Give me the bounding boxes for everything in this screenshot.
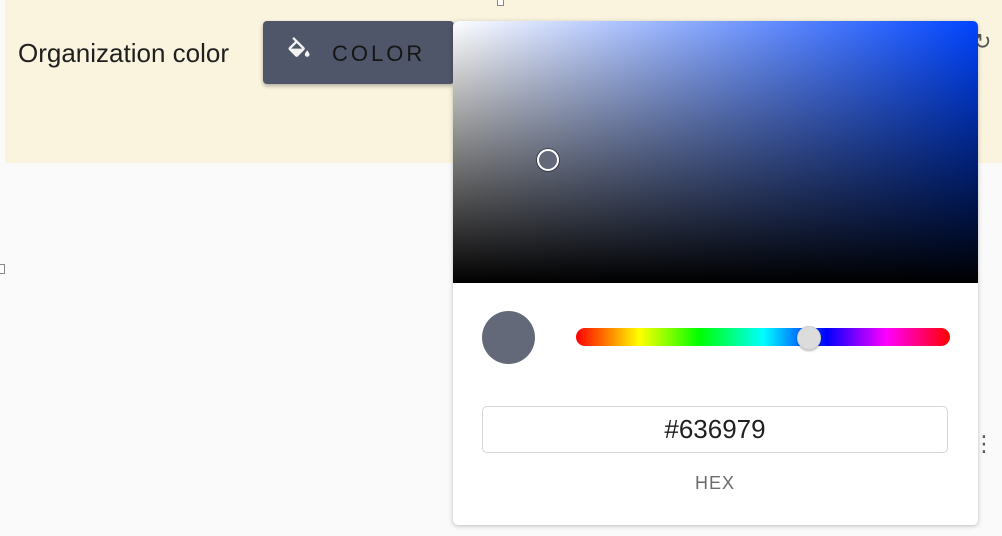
color-picker-popover: HEX	[453, 21, 978, 525]
hue-slider-thumb[interactable]	[796, 326, 821, 350]
resize-handle-top	[497, 0, 504, 6]
saturation-brightness-area[interactable]	[453, 21, 978, 283]
saturation-thumb[interactable]	[536, 148, 559, 171]
color-button-label: COLOR	[332, 41, 426, 66]
hex-format-label: HEX	[694, 473, 735, 493]
paint-bucket-icon	[288, 37, 310, 57]
current-color-swatch	[482, 311, 535, 364]
resize-handle-left	[0, 264, 5, 274]
hex-input[interactable]	[482, 406, 948, 453]
color-button[interactable]: COLOR	[263, 21, 454, 84]
hue-slider[interactable]	[576, 326, 950, 350]
organization-color-label: Organization color	[18, 38, 229, 68]
